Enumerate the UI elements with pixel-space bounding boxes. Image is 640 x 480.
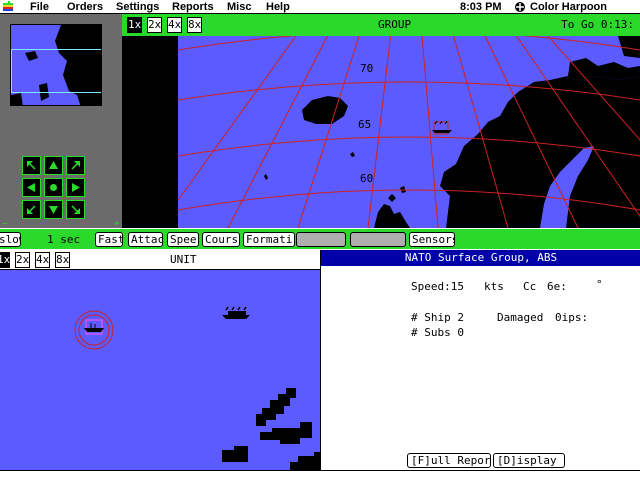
arrow-down-left-icon (27, 205, 36, 214)
speed-readout: Speed:15 (411, 280, 464, 293)
menubar-clock: 8:03 PM (460, 1, 502, 13)
scroll-up-right-button[interactable] (66, 156, 85, 175)
menu-file[interactable]: File (30, 1, 49, 13)
group-window-title: GROUP (378, 18, 412, 31)
arrow-up-right-icon (71, 161, 80, 170)
arrow-up-icon (49, 161, 58, 169)
nato-surface-group-marker[interactable] (432, 120, 452, 135)
display-button[interactable]: [D]isplay (493, 453, 565, 468)
command-bar: slow 1 sec Fast Attac Spee Cours Formati… (0, 229, 640, 249)
harpoon-app-icon[interactable] (514, 1, 526, 13)
arrow-right-icon (72, 183, 80, 192)
arrow-up-left-icon (27, 161, 36, 170)
arrow-down-right-icon (71, 205, 80, 214)
disabled-button-1 (296, 232, 346, 247)
graticule-line (227, 36, 328, 228)
degree-symbol: ° (596, 278, 603, 291)
scroll-up-button[interactable] (44, 156, 63, 175)
scroll-up-left-button[interactable] (22, 156, 41, 175)
ship-group-icon[interactable] (222, 306, 250, 319)
damaged-label: Damaged (497, 311, 544, 324)
fast-button[interactable]: Fast (95, 232, 123, 247)
scroll-down-right-button[interactable] (66, 200, 85, 219)
group-map[interactable]: 70 65 60 (178, 36, 640, 228)
group-window-titlebar: 1x 2x 4x 8x GROUP To Go 0:13: (122, 14, 640, 36)
latitude-label-60: 60 (360, 172, 373, 185)
unit-zoom-4x-button[interactable]: 4x (35, 252, 50, 268)
scroll-down-button[interactable] (44, 200, 63, 219)
arrow-down-icon (49, 206, 58, 214)
group-info-panel: NATO Surface Group, ABS Speed:15 kts Cc … (320, 250, 640, 470)
arrow-left-icon (27, 183, 35, 192)
group-zoom-2x-button[interactable]: 2x (147, 17, 162, 33)
menu-misc[interactable]: Misc (227, 1, 251, 13)
menu-bar: File Orders Settings Reports Misc Help 8… (0, 0, 640, 25)
scroll-down-left-button[interactable] (22, 200, 41, 219)
center-map-button[interactable] (44, 178, 63, 197)
selected-unit-marker[interactable] (74, 310, 114, 350)
graticule-line (178, 36, 297, 202)
graticule-line (297, 36, 360, 228)
course-label: Cc (523, 280, 537, 293)
sub-count: # Subs 0 (411, 326, 464, 339)
group-zoom-1x-button[interactable]: 1x (127, 17, 142, 33)
scandinavia-landmass (440, 36, 640, 228)
menu-reports[interactable]: Reports (172, 1, 214, 13)
full-report-button[interactable]: [F]ull Report (407, 453, 491, 468)
menu-settings[interactable]: Settings (116, 1, 159, 13)
formation-button[interactable]: Formati (243, 232, 295, 247)
zoom-in-icon[interactable]: + (114, 219, 119, 229)
group-window: 1x 2x 4x 8x GROUP To Go 0:13: 70 65 60 (122, 14, 640, 228)
scroll-left-button[interactable] (22, 178, 41, 197)
course-value: 6e: (547, 280, 567, 293)
coastline-landmass (222, 388, 320, 470)
time-to-go: To Go 0:13: (561, 18, 634, 31)
speed-button[interactable]: Spee (167, 232, 199, 247)
group-zoom-4x-button[interactable]: 4x (167, 17, 182, 33)
ship-count: # Ship 2 (411, 311, 464, 324)
unit-zoom-8x-button[interactable]: 8x (55, 252, 70, 268)
time-step-label: 1 sec (47, 233, 81, 246)
unit-map[interactable] (0, 270, 320, 470)
latitude-label-70: 70 (360, 62, 373, 75)
unit-window: 1x 2x 4x 8x UNIT (0, 250, 320, 470)
attack-button[interactable]: Attac (128, 232, 163, 247)
menu-orders[interactable]: Orders (67, 1, 103, 13)
scroll-right-button[interactable] (66, 178, 85, 197)
faroe-islands (350, 152, 355, 157)
british-isles-landmass (264, 174, 410, 228)
zoom-out-icon[interactable]: – (2, 219, 7, 229)
latitude-label-65: 65 (358, 118, 371, 131)
sensors-button[interactable]: Sensors (409, 232, 455, 247)
unit-zoom-2x-button[interactable]: 2x (15, 252, 30, 268)
scroll-dpad (22, 156, 88, 222)
info-panel-title: NATO Surface Group, ABS (321, 250, 640, 266)
bottom-strip (0, 470, 640, 480)
disabled-button-2 (350, 232, 406, 247)
minimap-viewport-frame[interactable] (11, 49, 101, 93)
group-zoom-8x-button[interactable]: 8x (187, 17, 202, 33)
unit-zoom-1x-button[interactable]: 1x (0, 252, 10, 268)
slow-button[interactable]: slow (0, 232, 21, 247)
map-control-panel: – + (0, 14, 122, 229)
menu-help[interactable]: Help (266, 1, 290, 13)
course-button[interactable]: Cours (202, 232, 240, 247)
damaged-value: 0ips: (555, 311, 589, 324)
apple-icon[interactable] (3, 1, 13, 12)
unit-window-title: UNIT (170, 253, 197, 266)
overview-minimap[interactable] (10, 24, 102, 106)
graticule-line (178, 36, 640, 51)
speed-unit: kts (484, 280, 504, 293)
iceland-island (302, 96, 348, 124)
center-dot-icon (50, 184, 57, 191)
unit-window-titlebar: 1x 2x 4x 8x UNIT (0, 250, 320, 270)
